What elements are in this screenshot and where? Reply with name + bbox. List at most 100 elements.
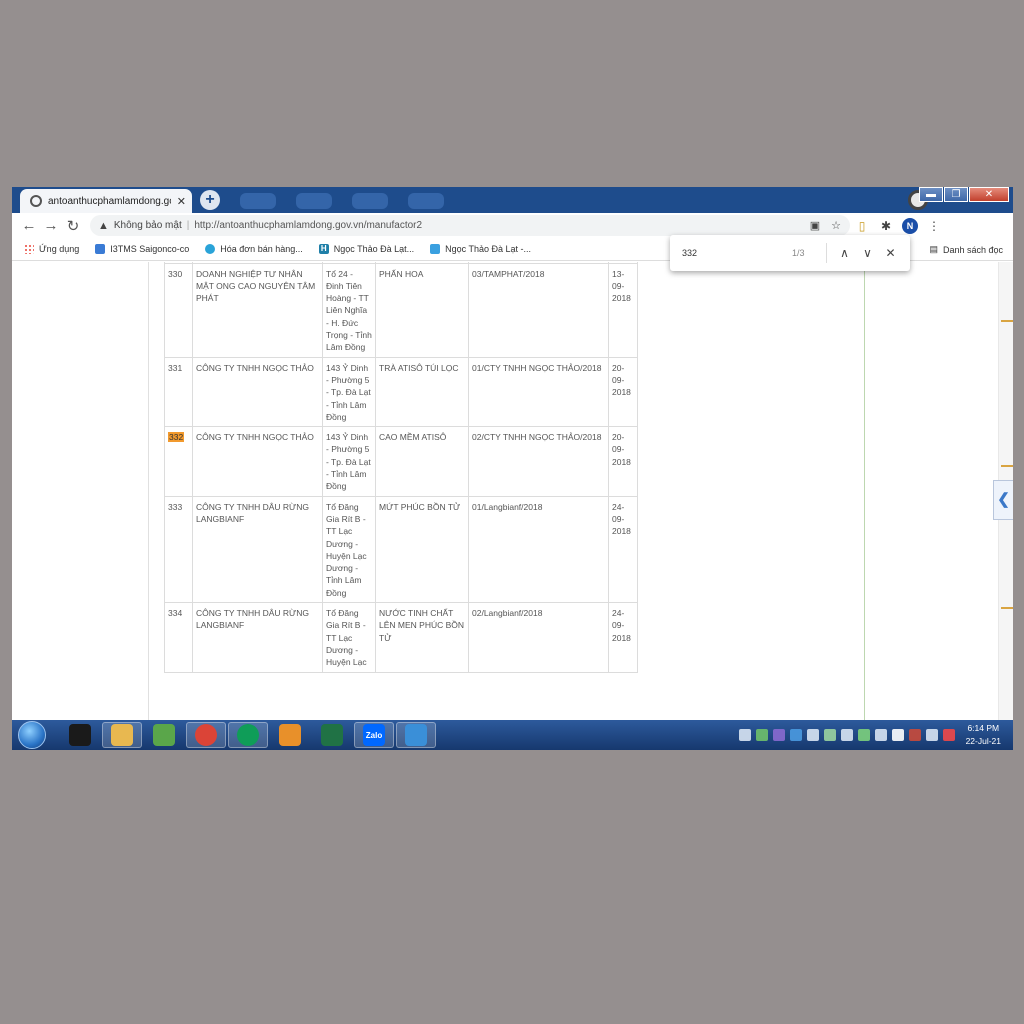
warning-icon[interactable]: ▲ [98,220,109,232]
table-row: 331 CÔNG TY TNHH NGỌC THẢO 143 Ỷ Dinh - Ph… [164,356,638,428]
product-name-cell: CAO MỀM ATISÔ [375,426,469,497]
globe-icon [30,195,42,207]
taskbar-app-zalo[interactable]: Zalo [354,722,394,748]
company-name: CÔNG TY TNHH NGỌC THẢO [196,432,314,443]
find-next-icon[interactable]: ∨ [856,246,879,260]
chrome-profile-icon [195,724,217,746]
profile-avatar[interactable]: N [902,217,918,234]
media-player-icon [279,724,301,746]
green-app-icon [153,724,175,746]
reload-icon[interactable]: ↻ [62,217,84,235]
bookmark-item[interactable]: Ngọc Thảo Đà Lạt -... [430,244,531,254]
network-icon[interactable] [908,729,921,741]
address-bar[interactable]: ▲ Không bảo mật | http://antoanthucphaml… [90,215,850,236]
background-tab [240,193,276,209]
window-controls: ▬ ❐ ✕ [919,187,1009,202]
taskbar-app-chrome-profile[interactable] [186,722,226,748]
product-name-cell: PHẤN HOA [375,262,469,358]
puzzle-icon[interactable]: ✱ [874,219,898,233]
forward-icon[interactable]: → [40,217,62,234]
system-clock[interactable]: 6:14 PM 22-Jul-21 [966,722,1001,748]
page-info-icon[interactable]: ▣ [807,219,823,232]
bookmark-star-icon[interactable]: ☆ [828,219,844,232]
row-number: 330 [168,268,183,279]
apps-grid-icon [24,244,34,254]
find-close-icon[interactable]: ✕ [879,246,902,260]
find-bar: 332 1/3 ∧ ∨ ✕ [670,235,910,271]
tab-close-icon[interactable]: ✕ [177,195,186,208]
certificate-number-cell: 01/Langbianf/2018 [468,495,609,604]
close-window-button[interactable]: ✕ [969,187,1009,202]
product-name: TRÀ ATISÔ TÚI LỌC [379,362,459,373]
bookmark-apps[interactable]: Ứng dụng [24,244,79,254]
new-tab-button[interactable]: + [200,190,220,210]
back-icon[interactable]: ← [18,217,40,234]
active-tab[interactable]: antoanthucphamlamdong.gov.vn ✕ [20,189,192,213]
taskbar-app-media-player[interactable] [270,722,310,748]
bookmark-item[interactable]: Hóa đơn bán hàng... [205,244,303,254]
tray-icon[interactable] [806,729,819,741]
issue-date-cell: 24-09-2018 [608,495,638,604]
find-input[interactable]: 332 [682,248,792,258]
table-row: 332 CÔNG TY TNHH NGỌC THẢO 143 Ỷ Dinh - Ph… [164,426,638,497]
side-panel-toggle[interactable]: ❮ [993,480,1013,520]
tray-icon[interactable] [874,729,887,741]
row-number: 333 [168,501,183,512]
h-site-icon: H [318,244,329,254]
extension-icon[interactable]: ▯ [850,219,874,233]
find-match-marker [1001,465,1013,467]
issue-date: 24-09-2018 [612,501,631,537]
remote-desktop-icon [405,724,427,746]
issue-date: 24-09-2018 [612,608,631,643]
bookmark-label: Ứng dụng [39,244,80,254]
background-tab [408,193,444,209]
certificate-number: 02/CTY TNHH NGỌC THẢO/2018 [472,432,602,443]
tray-icon[interactable] [772,729,785,741]
row-number-cell: 333 [164,495,193,604]
certificate-number: 03/TAMPHAT/2018 [472,268,545,279]
product-name: NƯỚC TINH CHẤT LÊN MEN PHÚC BỒN TỬ [379,608,465,643]
volume-icon[interactable] [925,729,938,741]
taskbar-app-chrome[interactable] [228,722,268,748]
flag-icon[interactable] [891,729,904,741]
product-name: PHẤN HOA [379,268,424,279]
company-name: CÔNG TY TNHH NGỌC THẢO [196,362,314,373]
antivirus-icon[interactable] [942,729,955,741]
security-status[interactable]: Không bảo mật [114,220,182,231]
reading-list-button[interactable]: ▤ Danh sách đọc [929,244,1003,255]
tray-icon[interactable] [755,729,768,741]
product-name-cell: TRÀ ATISÔ TÚI LỌC [375,356,469,428]
find-match-marker [1001,320,1013,322]
start-button[interactable] [18,721,46,749]
taskbar-app-remote-desktop[interactable] [396,722,436,748]
taskbar-app-excel[interactable] [312,722,352,748]
url-text[interactable]: http://antoanthucphamlamdong.gov.vn/manu… [194,220,802,231]
bookmark-label: Ngọc Thảo Đà Lạt -... [445,244,532,254]
address-cell: 143 Ỷ Dinh - Phường 5 - Tp. Đà Lạt - Tỉn… [322,426,376,497]
company-name-cell: CÔNG TY TNHH DÂU RỪNG LANGBIANF [192,495,323,604]
tray-icon[interactable] [823,729,836,741]
tray-icon[interactable] [857,729,870,741]
bookmark-item[interactable]: I3TMS Saigonco-co [95,244,189,254]
maximize-button[interactable]: ❐ [944,187,968,202]
bookmark-label: Ngọc Thảo Đà Lạt... [333,244,415,254]
table-row: 330 DOANH NGHIỆP TƯ NHÂN MẬT ONG CAO NGUY… [164,262,638,358]
product-name-cell: NƯỚC TINH CHẤT LÊN MEN PHÚC BỒN TỬ [375,602,469,673]
minimize-button[interactable]: ▬ [919,187,943,202]
background-tab [296,193,332,209]
menu-icon[interactable]: ⋮ [922,219,946,233]
background-tab [352,193,388,209]
find-previous-icon[interactable]: ∧ [833,246,856,260]
tray-icon[interactable] [789,729,802,741]
find-match-count: 1/3 [792,248,805,258]
bookmark-item[interactable]: H Ngọc Thảo Đà Lạt... [318,244,415,254]
taskbar-app-file-explorer[interactable] [102,722,142,748]
certificate-number: 01/Langbianf/2018 [472,501,543,512]
taskbar-apps: Zalo [60,722,438,748]
taskbar-app-garena[interactable] [60,722,100,748]
tray-icon[interactable] [840,729,853,741]
address-cell: Tổ Đăng Gia Rít B - TT Lạc Dương - Huyện… [322,602,376,673]
taskbar-app-green-app[interactable] [144,722,184,748]
address-cell: Tổ 24 - Đinh Tiên Hoàng - TT Liên Nghĩa … [322,262,376,358]
tray-icon[interactable] [738,729,751,741]
